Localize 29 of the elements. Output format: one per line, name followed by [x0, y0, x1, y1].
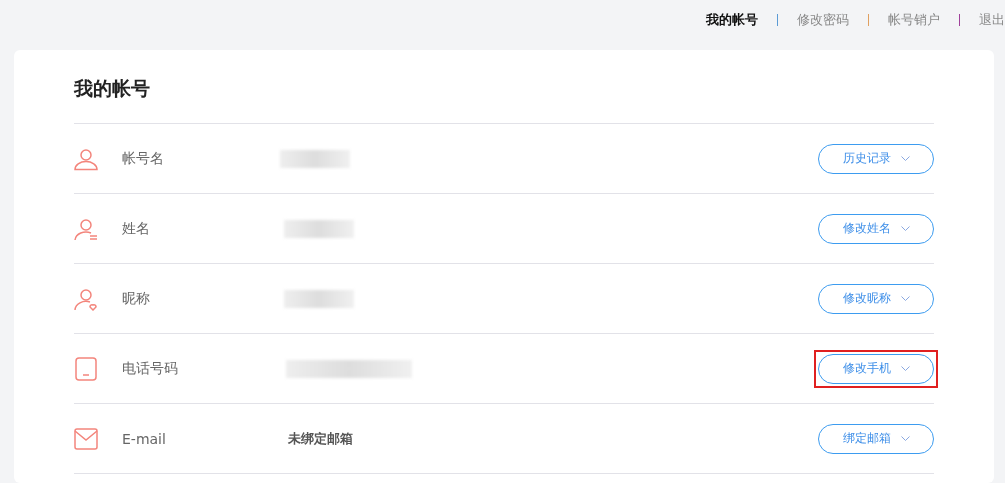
chevron-icon	[900, 225, 910, 232]
redacted-value	[284, 219, 354, 238]
field-label: 姓名	[122, 219, 151, 238]
field-label: 电话号码	[122, 359, 179, 378]
chevron-icon	[900, 365, 910, 372]
field-label: E-mail	[122, 430, 167, 447]
nav-link[interactable]: 我的帐号	[706, 11, 758, 29]
page-title: 我的帐号	[74, 76, 151, 101]
chevron-icon	[900, 295, 910, 302]
dropdown-button[interactable]: 绑定邮箱	[818, 423, 934, 454]
nav-link[interactable]: 修改密码	[797, 11, 849, 29]
field-label: 昵称	[122, 289, 151, 308]
nav-link[interactable]: 帐号销户	[888, 11, 940, 29]
phone-icon	[74, 356, 98, 381]
nav-link[interactable]: 退出	[979, 11, 1005, 29]
field-value: 未绑定邮箱	[288, 429, 353, 448]
dropdown-button[interactable]: 修改姓名	[818, 213, 934, 244]
user-icon	[74, 286, 98, 311]
dropdown-button[interactable]: 历史记录	[818, 143, 934, 174]
dropdown-button[interactable]: 修改手机	[818, 353, 934, 384]
redacted-value	[280, 149, 350, 168]
redacted-value	[284, 289, 354, 308]
chevron-icon	[900, 155, 910, 162]
user-icon	[74, 146, 98, 171]
field-label: 帐号名	[122, 149, 165, 168]
user-icon	[74, 216, 98, 241]
mail-icon	[74, 426, 98, 451]
chevron-icon	[900, 435, 910, 442]
dropdown-button[interactable]: 修改昵称	[818, 283, 934, 314]
